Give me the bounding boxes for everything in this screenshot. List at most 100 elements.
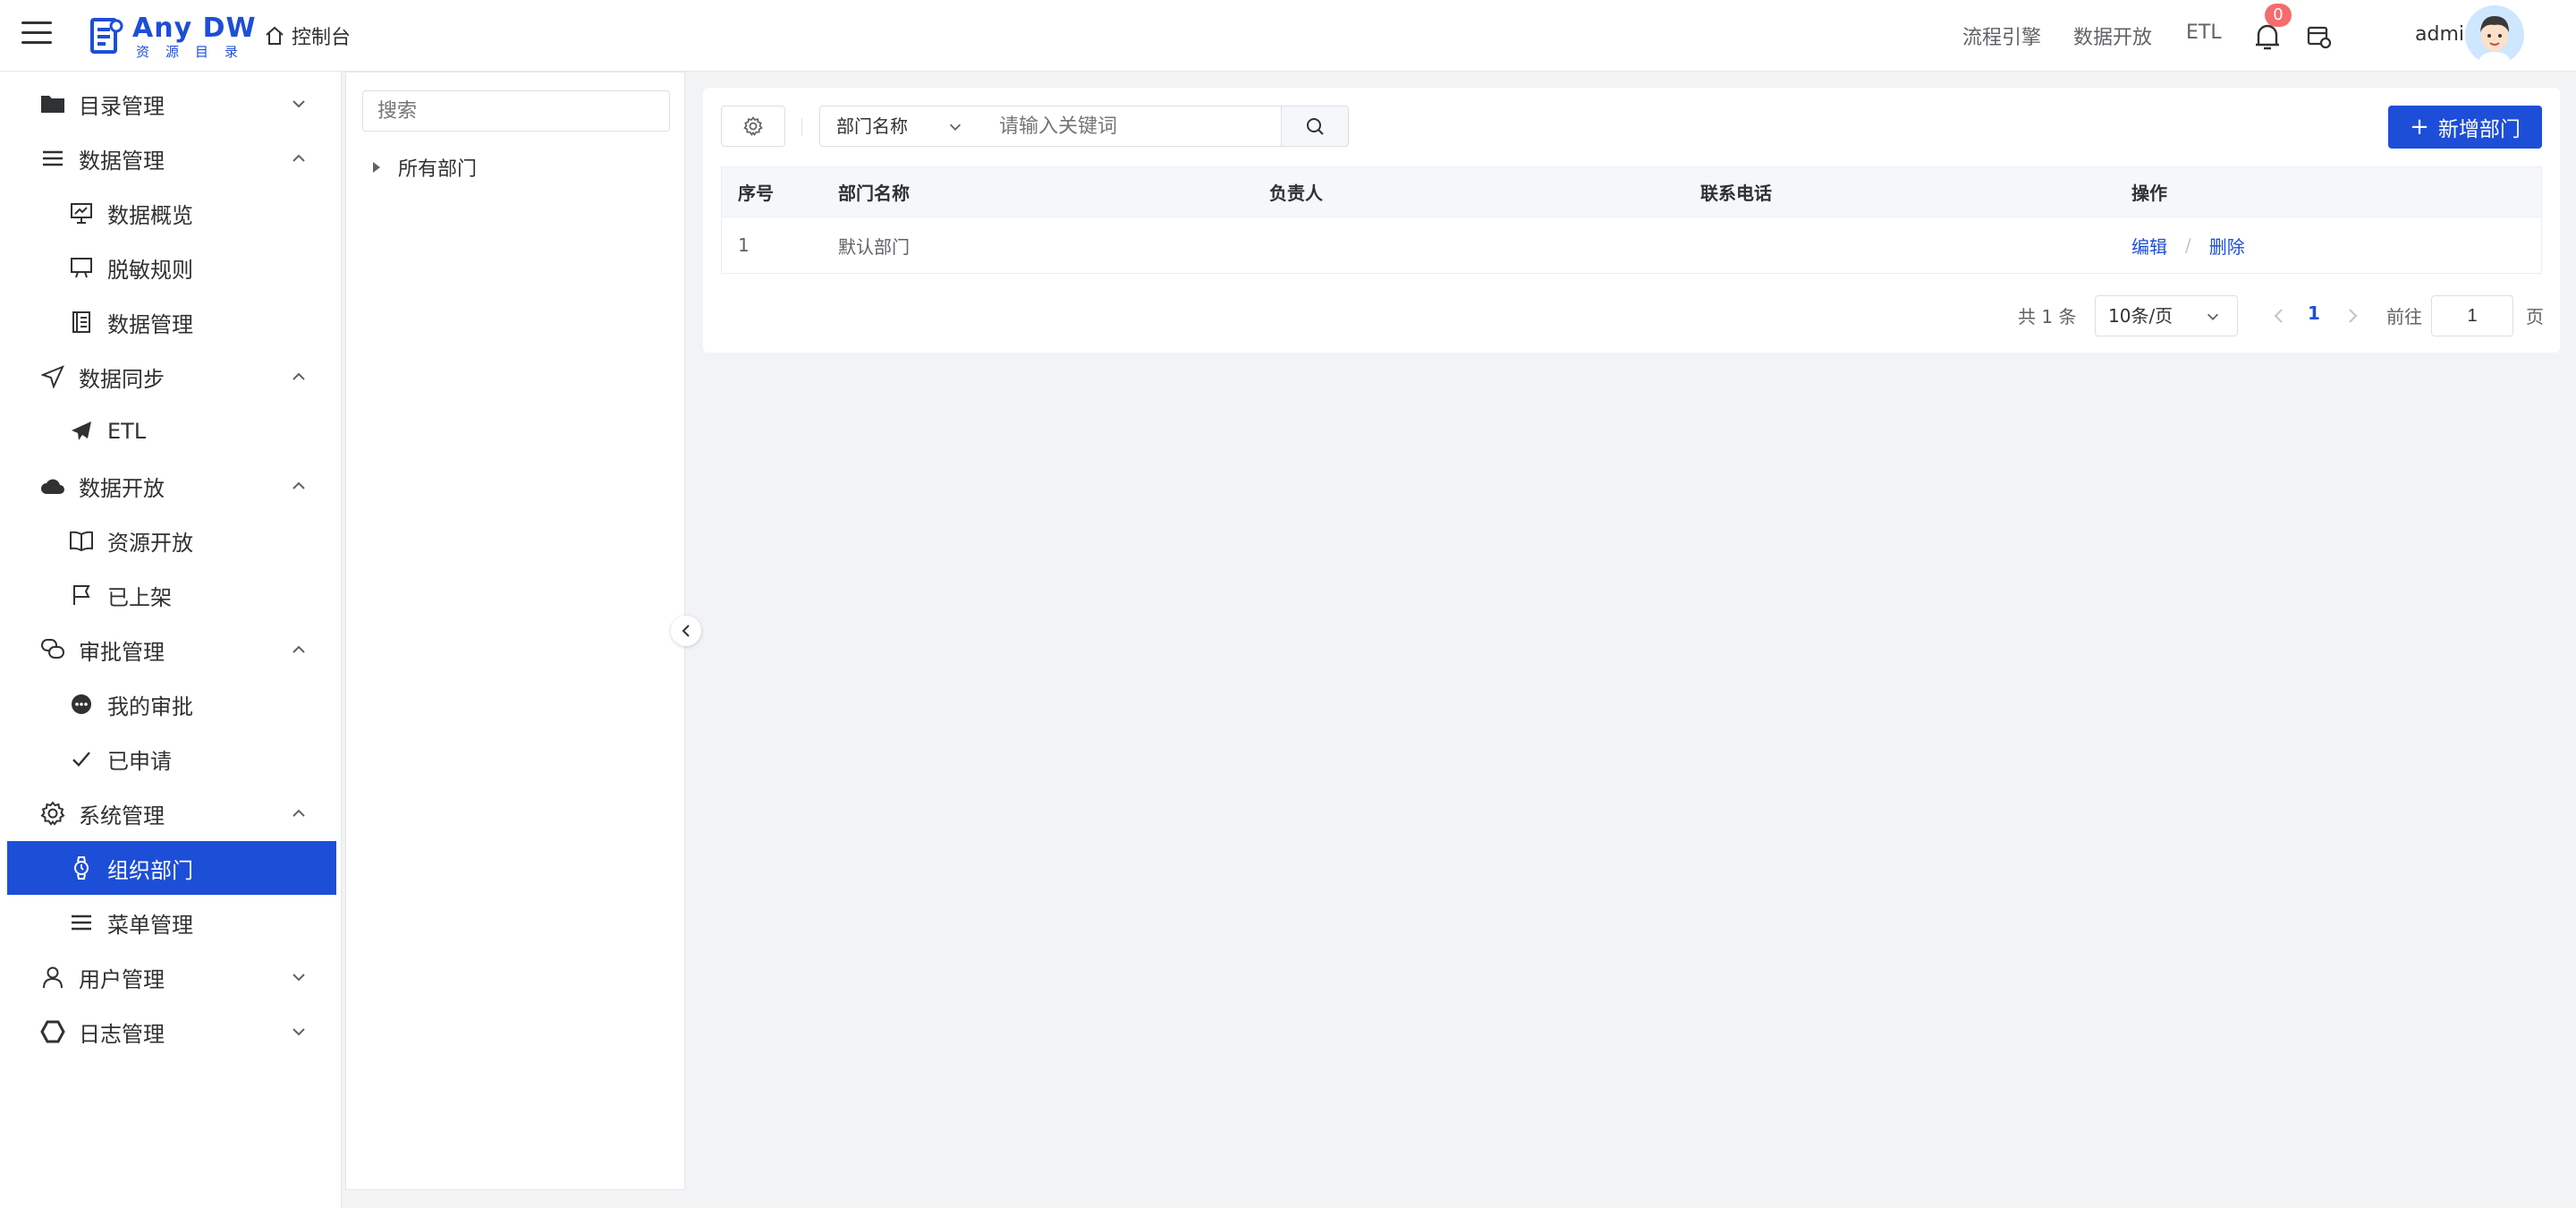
sidebar-item-label: 日志管理: [79, 1021, 165, 1047]
chevron-up-icon: [292, 809, 305, 817]
sidebar-item-data-open[interactable]: 数据开放: [7, 459, 336, 513]
sidebar: 目录管理 数据管理 数据概览 脱敏规则 数据管理 数据同步 ETL 数据开放 资…: [0, 72, 342, 1208]
header-owner: 负责人: [1269, 183, 1323, 204]
column-settings-button[interactable]: [721, 106, 785, 147]
department-table: 序号 部门名称 负责人 联系电话 操作 1 默认部门 编辑 / 删除: [721, 166, 2542, 274]
list-icon: [43, 150, 63, 166]
avatar-face-icon: [2465, 5, 2524, 64]
check-icon: [72, 752, 90, 767]
chevron-left-icon: [682, 625, 690, 637]
search-button[interactable]: [1281, 106, 1349, 147]
sidebar-item-label: 我的审批: [107, 693, 193, 719]
sidebar-item-org-departments[interactable]: 组织部门: [7, 841, 336, 895]
header-phone: 联系电话: [1700, 183, 1772, 204]
chevron-down-icon: [292, 100, 305, 108]
sidebar-item-my-approvals[interactable]: 我的审批: [7, 677, 336, 731]
sidebar-item-label: 数据同步: [79, 366, 165, 392]
chevron-down-icon: [2207, 313, 2219, 320]
sidebar-item-label: 审批管理: [79, 639, 165, 665]
search-field-select[interactable]: 部门名称: [819, 106, 984, 147]
sidebar-item-system[interactable]: 系统管理: [7, 787, 336, 840]
logo-title: Any DW: [132, 12, 257, 44]
tree-node-all-departments[interactable]: 所有部门: [373, 153, 477, 182]
logo[interactable]: Any DW 资源目录: [89, 13, 257, 61]
document-icon: [72, 311, 90, 333]
paper-plane-icon: [72, 421, 91, 440]
chevron-up-icon: [292, 372, 305, 380]
sidebar-item-label: 目录管理: [79, 93, 165, 119]
chevron-down-icon: [292, 974, 305, 982]
console-link[interactable]: 控制台: [265, 21, 351, 50]
pagination: 共 1 条 10条/页 1 前往 页: [703, 295, 2560, 336]
page-size-value: 10条/页: [2108, 305, 2174, 327]
gear-icon: [743, 116, 763, 136]
sidebar-item-data-overview[interactable]: 数据概览: [7, 186, 336, 240]
collapse-panel-button[interactable]: [671, 616, 701, 646]
edit-link[interactable]: 编辑: [2131, 233, 2167, 259]
next-page-icon[interactable]: [2343, 306, 2361, 326]
header-index: 序号: [738, 183, 774, 204]
monitor-icon: [71, 258, 92, 278]
goto-label: 前往: [2386, 306, 2422, 328]
sidebar-item-label: 资源开放: [107, 530, 193, 556]
hamburger-menu-icon[interactable]: [21, 21, 52, 48]
tree-node-label: 所有部门: [398, 158, 478, 181]
sidebar-item-data-list[interactable]: 数据管理: [7, 295, 336, 349]
send-icon: [41, 365, 64, 388]
goto-page-input[interactable]: [2431, 295, 2513, 336]
cloud-icon: [41, 479, 64, 494]
sidebar-item-menu-management[interactable]: 菜单管理: [7, 896, 336, 949]
sidebar-item-label: 系统管理: [79, 803, 165, 829]
book-icon: [70, 531, 93, 551]
caret-right-icon: [373, 162, 380, 173]
add-department-label: 新增部门: [2437, 118, 2521, 141]
logo-subtitle: 资源目录: [136, 43, 255, 60]
logo-mark-icon: [90, 18, 123, 54]
hexagon-icon: [40, 1020, 65, 1043]
sidebar-item-label: 数据开放: [79, 475, 165, 501]
sidebar-item-user-management[interactable]: 用户管理: [7, 950, 336, 1004]
keyword-search-input[interactable]: [983, 106, 1282, 147]
nav-data-open[interactable]: 数据开放: [2073, 21, 2152, 50]
sidebar-item-etl[interactable]: ETL: [7, 404, 336, 458]
sidebar-item-published[interactable]: 已上架: [7, 568, 336, 622]
sidebar-item-data-management[interactable]: 数据管理: [7, 132, 336, 185]
nav-process-engine[interactable]: 流程引擎: [1962, 21, 2041, 50]
sidebar-item-log-management[interactable]: 日志管理: [7, 1005, 336, 1059]
plus-icon: +: [2410, 114, 2429, 140]
tree-search-input[interactable]: [362, 90, 670, 132]
page-number-current[interactable]: 1: [2308, 302, 2320, 324]
sidebar-item-data-sync[interactable]: 数据同步: [7, 350, 336, 404]
folder-icon: [41, 96, 64, 113]
menu-icon: [72, 915, 91, 931]
cell-actions: 编辑 / 删除: [2131, 217, 2245, 273]
header-actions: 操作: [2131, 183, 2167, 204]
delete-link[interactable]: 删除: [2209, 233, 2245, 259]
sidebar-item-label: 组织部门: [107, 857, 193, 883]
search-field-value: 部门名称: [836, 115, 908, 137]
search-icon: [1307, 118, 1324, 135]
chat-dots-icon: [72, 694, 91, 714]
chat-bubbles-icon: [41, 639, 64, 659]
sidebar-item-label: 数据管理: [107, 311, 193, 337]
page-size-select[interactable]: 10条/页: [2095, 295, 2238, 336]
sidebar-item-catalog[interactable]: 目录管理: [7, 77, 336, 131]
notification-badge: 0: [2265, 4, 2292, 27]
sidebar-item-approval[interactable]: 审批管理: [7, 623, 336, 676]
prev-page-icon[interactable]: [2270, 306, 2288, 326]
sidebar-item-masking-rules[interactable]: 脱敏规则: [7, 241, 336, 294]
sidebar-item-applied[interactable]: 已申请: [7, 732, 336, 786]
chevron-down-icon: [292, 1028, 305, 1036]
nav-etl[interactable]: ETL: [2186, 21, 2222, 44]
sidebar-item-resource-open[interactable]: 资源开放: [7, 514, 336, 567]
watch-icon: [74, 856, 89, 880]
settings-panel-icon[interactable]: [2306, 23, 2333, 50]
table-header: 序号 部门名称 负责人 联系电话 操作: [722, 167, 2541, 217]
sidebar-item-label: 用户管理: [79, 966, 165, 992]
chevron-up-icon: [292, 154, 305, 162]
add-department-button[interactable]: + 新增部门: [2388, 106, 2542, 149]
total-count: 共 1 条: [2018, 306, 2077, 328]
avatar[interactable]: [2465, 5, 2524, 64]
cell-index: 1: [738, 234, 750, 256]
chevron-down-icon: [949, 123, 962, 131]
